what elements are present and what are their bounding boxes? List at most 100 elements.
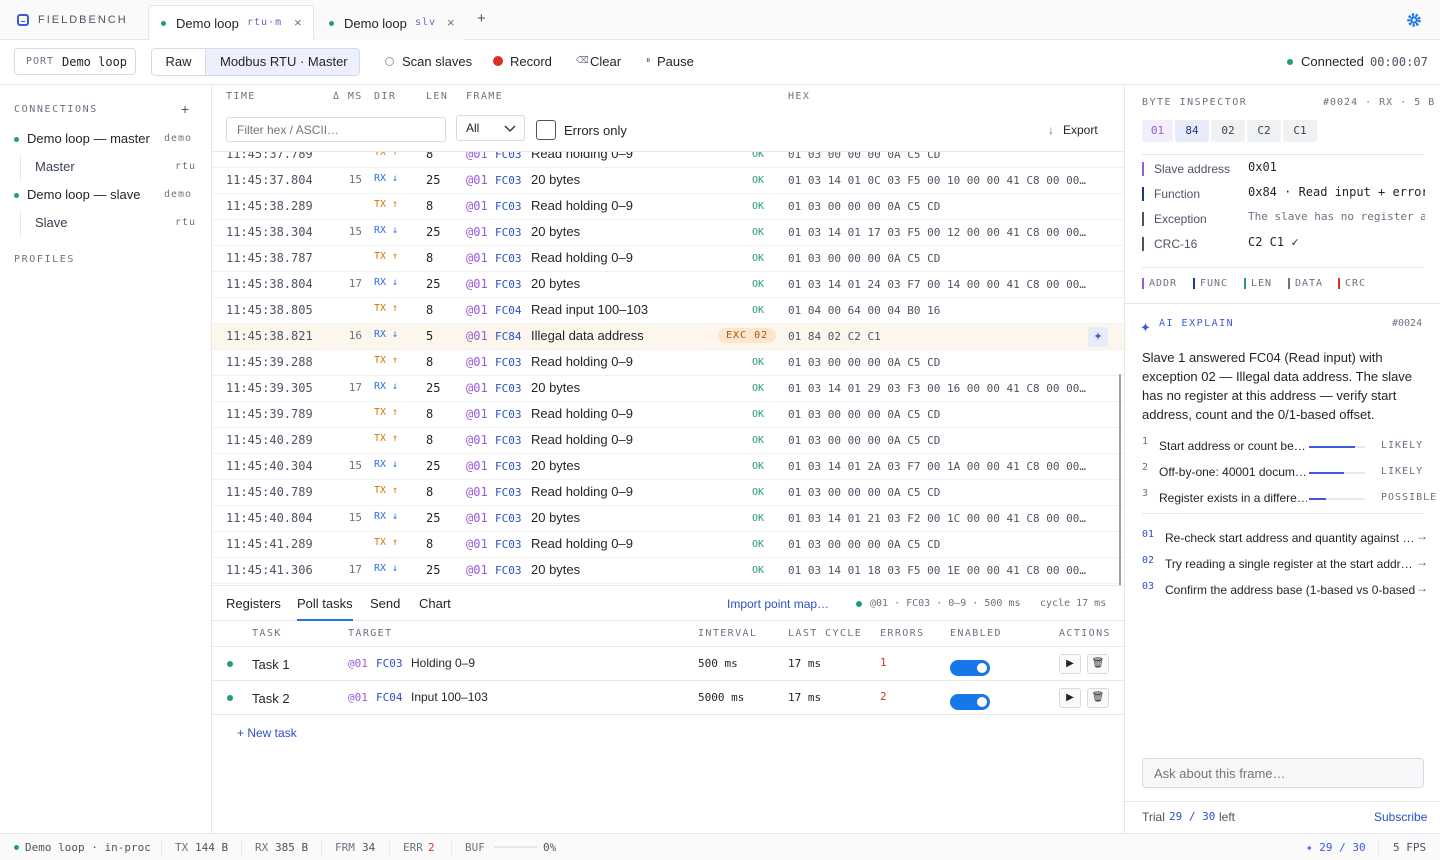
frame-row[interactable]: 11:45:37.789 TX ↑ 8 @01 FC03 Read holding 0–9… — [212, 152, 1124, 168]
sidebar-item-master[interactable]: Master rtu — [0, 156, 211, 180]
frame-hex: 01 04 00 64 00 04 B0 16 — [788, 304, 941, 317]
play-icon[interactable]: ▶ — [1059, 654, 1081, 674]
next-step-item[interactable]: 02 Try reading a single register at the s… — [1142, 552, 1440, 574]
legend-marker — [1142, 278, 1144, 289]
ask-input[interactable] — [1142, 758, 1424, 788]
scrollbar-thumb[interactable] — [1119, 374, 1121, 585]
field-value: 0x84 · Read input + error — [1248, 185, 1425, 199]
port-selector[interactable]: PORT Demo loop — [14, 48, 136, 75]
tab-close-icon[interactable]: × — [294, 15, 302, 30]
frame-row[interactable]: 11:45:38.805 TX ↑ 8 @01 FC04 Read input 100–1… — [212, 298, 1124, 324]
mode-raw-button[interactable]: Raw — [152, 49, 205, 75]
frame-row[interactable]: 11:45:39.305 17 RX ↓ 25 @01 FC03 20 bytes OK 01 … — [212, 376, 1124, 402]
task-row[interactable]: Task 1 @01 FC03 Holding 0–9 500 ms 17 ms… — [212, 647, 1124, 681]
byte-chip[interactable]: 02 — [1211, 120, 1245, 142]
pause-button[interactable]: Pause — [657, 54, 694, 69]
frame-delta-ms: 17 — [348, 381, 362, 394]
new-tab-button[interactable]: + — [477, 10, 486, 27]
filter-input[interactable] — [226, 117, 446, 142]
frame-direction: RX ↓ — [374, 173, 399, 184]
frame-direction: RX ↓ — [374, 459, 399, 470]
errors-only-checkbox[interactable] — [536, 120, 556, 140]
col-target: TARGET — [348, 628, 393, 639]
frame-function-code: FC03 — [495, 434, 522, 447]
frame-row[interactable]: 11:45:40.304 15 RX ↓ 25 @01 FC03 20 bytes OK 01 … — [212, 454, 1124, 480]
frame-row[interactable]: 11:45:38.304 15 RX ↓ 25 @01 FC03 20 bytes OK 01 … — [212, 220, 1124, 246]
trash-icon[interactable]: 🗑 — [1087, 654, 1109, 674]
frame-row[interactable]: 11:45:40.804 15 RX ↓ 25 @01 FC03 20 bytes OK 01 … — [212, 506, 1124, 532]
task-enabled-toggle[interactable] — [950, 694, 990, 713]
tab-close-icon[interactable]: × — [447, 15, 455, 30]
cause-likelihood-tag: LIKELY — [1381, 440, 1424, 451]
frame-hex: 01 03 14 01 17 03 F5 00 12 00 00 41 C8 0… — [788, 226, 1087, 239]
frame-status: OK — [752, 357, 765, 368]
frame-row[interactable]: 11:45:39.789 TX ↑ 8 @01 FC03 Read holding 0–9… — [212, 402, 1124, 428]
next-step-item[interactable]: 03 Confirm the address base (1-based vs 0… — [1142, 578, 1440, 600]
frame-hex: 01 84 02 C2 C1 — [788, 330, 881, 343]
sidebar-item-demo-loop-master[interactable]: Demo loop — master demo — [0, 128, 211, 152]
frame-row[interactable]: 11:45:40.289 TX ↑ 8 @01 FC03 Read holding 0–9… — [212, 428, 1124, 454]
play-icon[interactable]: ▶ — [1059, 688, 1081, 708]
byte-chip[interactable]: C1 — [1283, 120, 1317, 142]
clear-button[interactable]: Clear — [590, 54, 621, 69]
direction-select[interactable]: All — [456, 115, 525, 141]
ai-ref: #0024 — [1392, 318, 1423, 329]
frame-row[interactable]: 11:45:39.288 TX ↑ 8 @01 FC03 Read holding 0–9… — [212, 350, 1124, 376]
mode-modbus-rtu-button[interactable]: Modbus RTU · Master — [205, 49, 359, 75]
frame-row[interactable]: 11:45:41.289 TX ↑ 8 @01 FC03 Read holding 0–9… — [212, 532, 1124, 558]
byte-chip[interactable]: 01 — [1142, 120, 1173, 142]
frame-hex: 01 03 14 01 21 03 F2 00 1C 00 00 41 C8 0… — [788, 512, 1087, 525]
frame-length: 25 — [426, 173, 441, 187]
frame-row[interactable]: 11:45:38.804 17 RX ↓ 25 @01 FC03 20 bytes OK 01 … — [212, 272, 1124, 298]
frame-row[interactable]: 11:45:38.821 16 RX ↓ 5 @01 FC84 Illegal data a… — [212, 324, 1124, 350]
frame-row[interactable]: 11:45:40.789 TX ↑ 8 @01 FC03 Read holding 0–9… — [212, 480, 1124, 506]
frame-row[interactable]: 11:45:38.787 TX ↑ 8 @01 FC03 Read holding 0–9… — [212, 246, 1124, 272]
frame-function-code: FC04 — [495, 304, 522, 317]
tab-poll-tasks[interactable]: Poll tasks — [297, 596, 353, 621]
tab-send[interactable]: Send — [370, 596, 400, 611]
task-enabled-toggle[interactable] — [950, 660, 990, 679]
frame-row[interactable]: 11:45:37.804 15 RX ↓ 25 @01 FC03 20 bytes OK 01 … — [212, 168, 1124, 194]
frame-function-code: FC03 — [495, 356, 522, 369]
tab-chart[interactable]: Chart — [419, 596, 451, 611]
col-enabled: ENABLED — [950, 628, 1002, 639]
subscribe-link[interactable]: Subscribe — [1374, 810, 1427, 824]
frame-description: 20 bytes — [531, 458, 581, 473]
trash-icon[interactable]: 🗑 — [1087, 688, 1109, 708]
field-color-marker — [1142, 237, 1144, 251]
import-point-map-link[interactable]: Import point map… — [727, 597, 829, 611]
divider — [1125, 801, 1440, 802]
new-task-button[interactable]: + New task — [237, 726, 297, 740]
tab-sub: slv — [415, 17, 437, 28]
status-dot-icon — [14, 137, 19, 142]
frame-row[interactable]: 11:45:38.289 TX ↑ 8 @01 FC03 Read holding 0–9… — [212, 194, 1124, 220]
tab-registers[interactable]: Registers — [226, 596, 281, 611]
sidebar-item-tag: rtu — [175, 161, 197, 172]
cause-likelihood-bar — [1309, 472, 1365, 474]
frame-hex: 01 03 00 00 00 0A C5 CD — [788, 486, 941, 499]
divider — [1378, 841, 1379, 855]
tab-demo-loop-slave[interactable]: Demo loop slv × — [316, 5, 464, 40]
record-button[interactable]: Record — [510, 54, 552, 69]
scan-slaves-button[interactable]: Scan slaves — [402, 54, 472, 69]
next-step-item[interactable]: 01 Re-check start address and quantity ag… — [1142, 526, 1440, 548]
frame-list[interactable]: 11:45:37.789 TX ↑ 8 @01 FC03 Read holding 0–9… — [212, 151, 1124, 586]
tab-demo-loop-master[interactable]: Demo loop rtu·m × — [148, 5, 314, 40]
byte-chip[interactable]: 84 — [1175, 120, 1209, 142]
ai-explain-sparkle-icon[interactable]: ✦ — [1088, 327, 1108, 347]
frame-row[interactable]: 11:45:41.306 17 RX ↓ 25 @01 FC03 20 bytes OK 01 … — [212, 558, 1124, 584]
settings-gear-icon[interactable] — [1406, 12, 1422, 28]
record-icon — [493, 56, 503, 66]
export-button[interactable]: Export — [1063, 123, 1098, 137]
legend-label: DATA — [1295, 278, 1324, 289]
sidebar-item-demo-loop-slave[interactable]: Demo loop — slave demo — [0, 184, 211, 208]
task-row[interactable]: Task 2 @01 FC04 Input 100–103 5000 ms 17… — [212, 681, 1124, 715]
tab-label: Demo loop — [344, 16, 407, 31]
col-actions: ACTIONS — [1059, 628, 1111, 639]
frame-direction: TX ↑ — [374, 303, 399, 314]
byte-chip[interactable]: C2 — [1247, 120, 1281, 142]
sidebar-item-tag: demo — [164, 133, 193, 144]
legend-label: FUNC — [1200, 278, 1229, 289]
sidebar-item-slave[interactable]: Slave rtu — [0, 212, 211, 236]
add-connection-button[interactable]: + — [181, 101, 189, 117]
